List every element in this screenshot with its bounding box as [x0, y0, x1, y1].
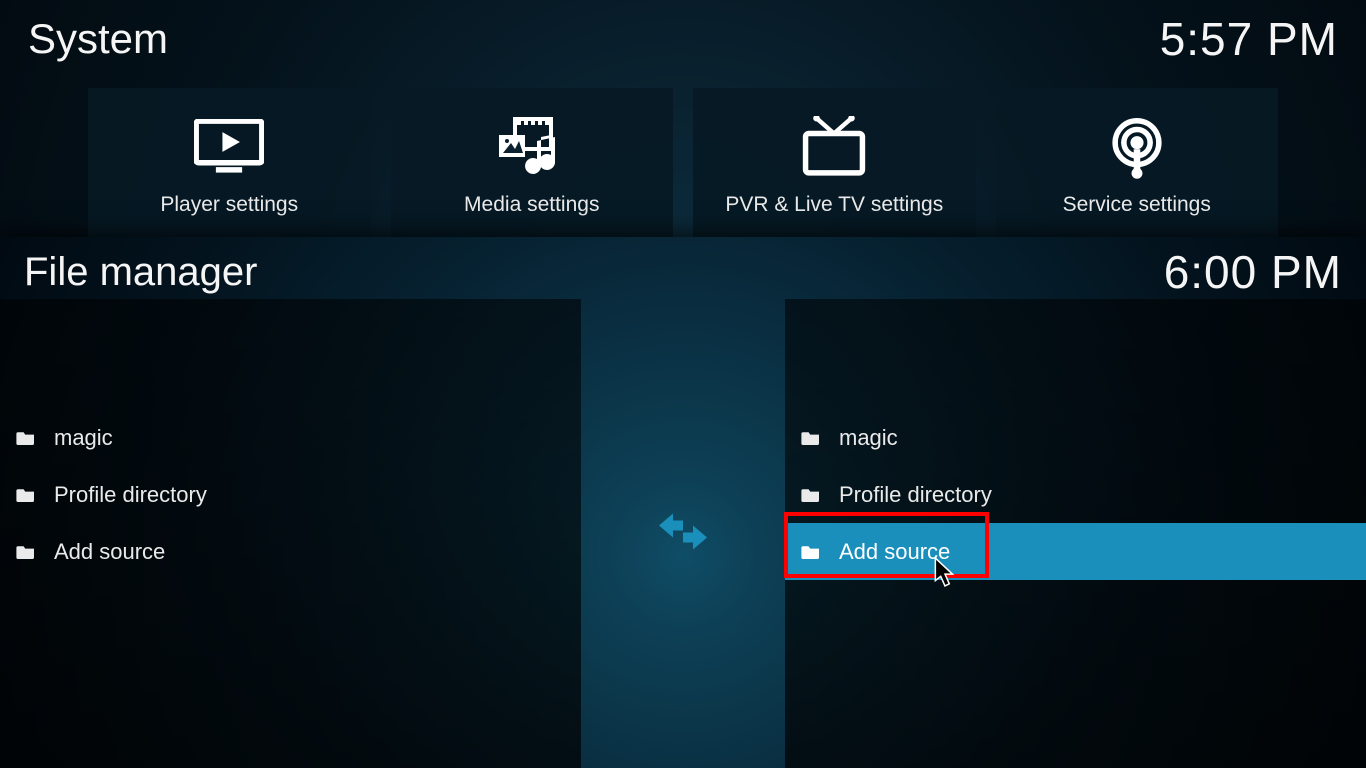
tile-pvr-live-tv-settings[interactable]: PVR & Live TV settings: [693, 88, 976, 244]
system-clock: 5:57 PM: [1160, 12, 1338, 66]
broadcast-icon: [1102, 115, 1172, 179]
folder-icon: [801, 425, 821, 451]
pane-swap-area: [581, 299, 785, 768]
file-manager-screen: File manager 6:00 PM magic Profile direc…: [0, 237, 1366, 768]
list-item-magic[interactable]: magic: [785, 409, 1366, 466]
list-item-profile-directory[interactable]: Profile directory: [0, 466, 581, 523]
monitor-play-icon: [194, 115, 264, 179]
tile-service-settings[interactable]: Service settings: [996, 88, 1279, 244]
folder-icon: [801, 539, 821, 565]
tile-label: Player settings: [160, 193, 298, 217]
list-item-add-source[interactable]: Add source: [0, 523, 581, 580]
tv-antenna-icon: [799, 115, 869, 179]
folder-icon: [16, 482, 36, 508]
tile-media-settings[interactable]: Media settings: [391, 88, 674, 244]
list-item-label: Profile directory: [839, 482, 992, 508]
tile-label: Service settings: [1063, 193, 1211, 217]
swap-horizontal-icon[interactable]: [659, 511, 707, 556]
file-manager-clock: 6:00 PM: [1164, 245, 1342, 299]
list-item-label: Add source: [839, 539, 950, 565]
folder-icon: [801, 482, 821, 508]
right-pane[interactable]: magic Profile directory Add source: [785, 299, 1366, 768]
settings-tiles-row: Player settings Media settings: [0, 88, 1366, 244]
system-title: System: [28, 15, 168, 63]
list-item-label: Add source: [54, 539, 165, 565]
tile-label: Media settings: [464, 193, 599, 217]
media-mixed-icon: [497, 115, 567, 179]
tile-player-settings[interactable]: Player settings: [88, 88, 371, 244]
left-pane[interactable]: magic Profile directory Add source: [0, 299, 581, 768]
folder-icon: [16, 539, 36, 565]
tile-label: PVR & Live TV settings: [725, 193, 943, 217]
list-item-label: magic: [54, 425, 113, 451]
list-item-label: magic: [839, 425, 898, 451]
list-item-profile-directory[interactable]: Profile directory: [785, 466, 1366, 523]
file-manager-title: File manager: [24, 250, 257, 295]
list-item-magic[interactable]: magic: [0, 409, 581, 466]
folder-icon: [16, 425, 36, 451]
list-item-label: Profile directory: [54, 482, 207, 508]
list-item-add-source[interactable]: Add source: [785, 523, 1366, 580]
